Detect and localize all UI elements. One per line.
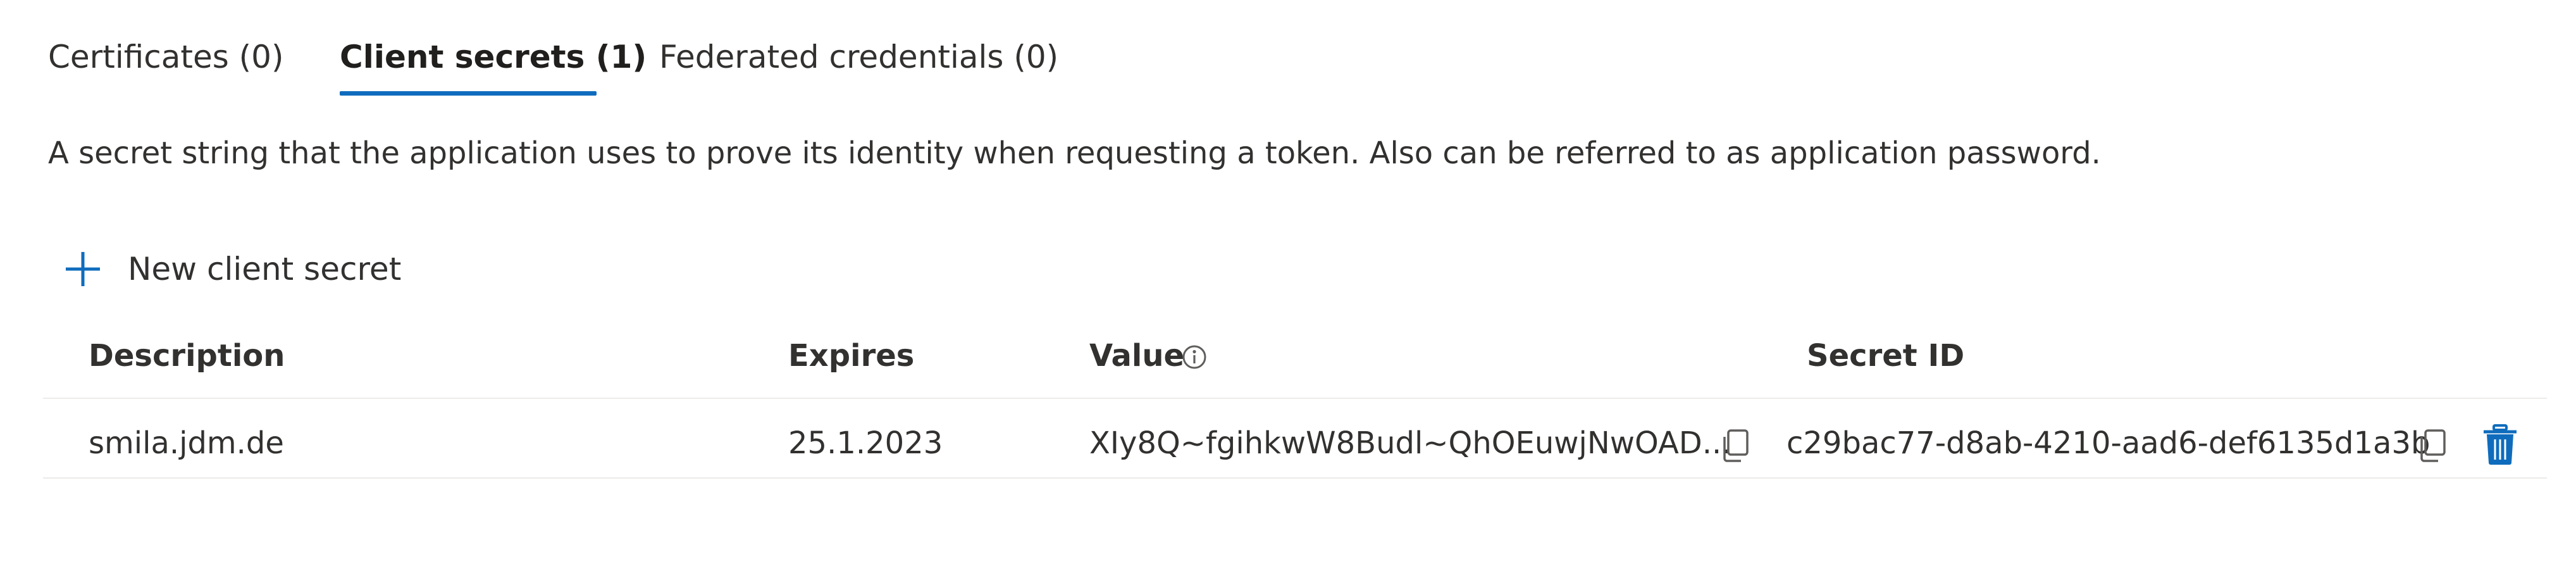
cell-value: XIy8Q~fgihkwW8Budl~QhOEuwjNwOAD... xyxy=(1089,425,1731,461)
info-icon[interactable] xyxy=(1182,344,1207,370)
column-header-value[interactable]: Value xyxy=(1089,336,1184,376)
column-header-description[interactable]: Description xyxy=(89,336,285,376)
tab-federated-credentials[interactable]: Federated credentials (0) xyxy=(659,34,1058,80)
row-divider xyxy=(43,477,2547,479)
page-description: A secret string that the application use… xyxy=(48,135,2101,171)
tab-certificates[interactable]: Certificates (0) xyxy=(48,34,284,80)
plus-icon xyxy=(66,252,100,286)
cell-description: smila.jdm.de xyxy=(89,425,284,461)
tab-client-secrets[interactable]: Client secrets (1) xyxy=(340,34,647,80)
new-client-secret-button[interactable]: New client secret xyxy=(63,247,401,291)
column-header-secret-id[interactable]: Secret ID xyxy=(1807,336,1964,376)
copy-secret-id-icon[interactable] xyxy=(2417,428,2447,463)
trash-icon[interactable] xyxy=(2481,424,2519,466)
cell-secret-id: c29bac77-d8ab-4210-aad6-def6135d1a3b xyxy=(1786,425,2430,461)
new-client-secret-label: New client secret xyxy=(128,251,402,287)
cell-expires: 25.1.2023 xyxy=(788,425,943,461)
header-divider xyxy=(43,398,2547,399)
column-header-expires[interactable]: Expires xyxy=(788,336,914,376)
copy-value-icon[interactable] xyxy=(1719,428,1750,463)
active-tab-indicator xyxy=(340,91,597,96)
